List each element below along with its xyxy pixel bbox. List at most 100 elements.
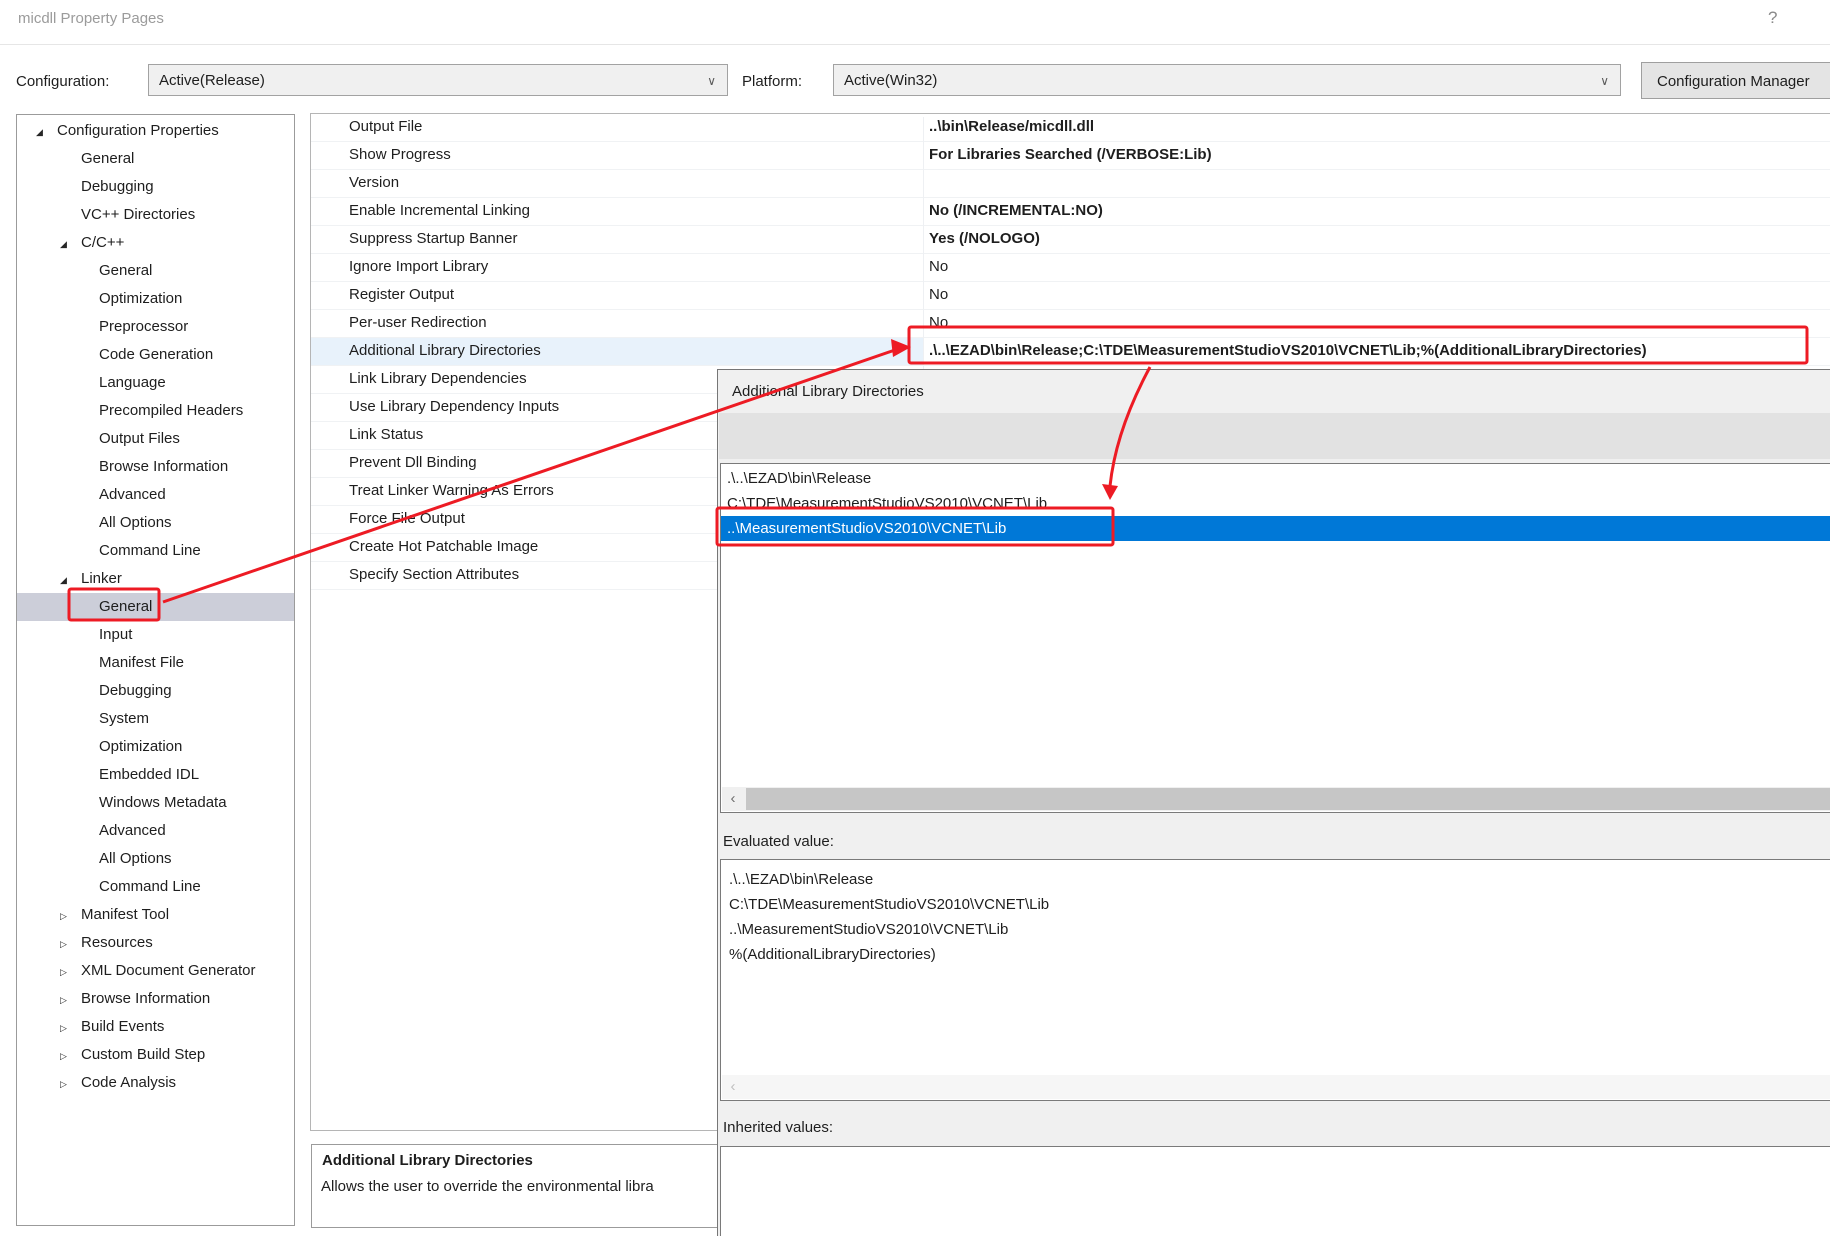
tree-item[interactable]: ▷XML Document Generator — [17, 957, 294, 985]
property-value[interactable]: No — [929, 254, 948, 280]
tree-item[interactable]: VC++ Directories — [17, 201, 294, 229]
property-row[interactable]: Additional Library Directories .\..\EZAD… — [311, 338, 1830, 366]
property-row[interactable]: Ignore Import Library No — [311, 254, 1830, 282]
property-row[interactable]: Per-user Redirection No — [311, 310, 1830, 338]
property-value[interactable]: No — [929, 310, 948, 336]
tree-expander-icon[interactable]: ◢ — [57, 566, 81, 594]
tree-item[interactable]: Input — [17, 621, 294, 649]
property-row[interactable]: Enable Incremental Linking No (/INCREMEN… — [311, 198, 1830, 226]
tree-item-label: General — [99, 262, 152, 279]
tree-item[interactable]: System — [17, 705, 294, 733]
property-row[interactable]: Suppress Startup Banner Yes (/NOLOGO) — [311, 226, 1830, 254]
property-value[interactable]: For Libraries Searched (/VERBOSE:Lib) — [929, 142, 1212, 168]
help-icon[interactable]: ? — [1768, 8, 1777, 28]
description-title: Additional Library Directories — [322, 1152, 533, 1169]
tree-item[interactable]: ◢Linker — [17, 565, 294, 593]
list-horizontal-scrollbar[interactable]: ‹ — [722, 787, 1830, 811]
property-row[interactable]: Show Progress For Libraries Searched (/V… — [311, 142, 1830, 170]
directory-list-item[interactable]: ..\MeasurementStudioVS2010\VCNET\Lib — [721, 516, 1830, 541]
tree-item[interactable]: ▷Browse Information — [17, 985, 294, 1013]
tree-item-label: Optimization — [99, 290, 182, 307]
tree-item[interactable]: Advanced — [17, 481, 294, 509]
tree-item[interactable]: Code Generation — [17, 341, 294, 369]
tree-item[interactable]: Embedded IDL — [17, 761, 294, 789]
configuration-manager-button[interactable]: Configuration Manager — [1641, 62, 1830, 99]
property-name: Suppress Startup Banner — [349, 226, 517, 252]
tree-item-label: Code Generation — [99, 346, 213, 363]
inherited-values-box[interactable] — [720, 1146, 1830, 1236]
tree-item[interactable]: General — [17, 257, 294, 285]
tree-item[interactable]: Output Files — [17, 425, 294, 453]
scroll-left-icon[interactable]: ‹ — [722, 787, 744, 811]
tree-item[interactable]: ▷Resources — [17, 929, 294, 957]
directory-list-item[interactable]: .\..\EZAD\bin\Release — [721, 466, 1830, 491]
tree-item-label: Linker — [81, 570, 122, 587]
dialog-title: Additional Library Directories — [732, 383, 924, 400]
tree-item[interactable]: Advanced — [17, 817, 294, 845]
scroll-left-icon[interactable]: ‹ — [722, 1075, 744, 1099]
tree-item[interactable]: Language — [17, 369, 294, 397]
tree-item[interactable]: Windows Metadata — [17, 789, 294, 817]
property-value[interactable]: ..\bin\Release/micdll.dll — [929, 114, 1094, 140]
tree-item[interactable]: All Options — [17, 845, 294, 873]
property-row[interactable]: Version — [311, 170, 1830, 198]
tree-item[interactable]: ◢C/C++ — [17, 229, 294, 257]
tree-expander-icon[interactable]: ▷ — [57, 1042, 81, 1070]
platform-dropdown[interactable]: Active(Win32) ∨ — [833, 64, 1621, 96]
tree-item-label: Output Files — [99, 430, 180, 447]
configuration-dropdown[interactable]: Active(Release) ∨ — [148, 64, 728, 96]
property-value[interactable]: No — [929, 282, 948, 308]
tree-item[interactable]: Browse Information — [17, 453, 294, 481]
evaluated-line: .\..\EZAD\bin\Release — [721, 867, 1830, 892]
tree-item[interactable]: Manifest File — [17, 649, 294, 677]
tree-item[interactable]: All Options — [17, 509, 294, 537]
tree-expander-icon[interactable]: ◢ — [57, 230, 81, 258]
dialog-toolbar-band — [719, 413, 1830, 459]
property-value[interactable]: Yes (/NOLOGO) — [929, 226, 1040, 252]
property-row[interactable]: Output File ..\bin\Release/micdll.dll — [311, 114, 1830, 142]
tree-item[interactable]: Preprocessor — [17, 313, 294, 341]
tree-item[interactable]: Optimization — [17, 285, 294, 313]
evaluated-line: C:\TDE\MeasurementStudioVS2010\VCNET\Lib — [721, 892, 1830, 917]
evaluated-line: %(AdditionalLibraryDirectories) — [721, 942, 1830, 967]
tree-item[interactable]: Debugging — [17, 677, 294, 705]
tree-item[interactable]: Command Line — [17, 537, 294, 565]
chevron-down-icon: ∨ — [1600, 65, 1609, 97]
tree-item[interactable]: Command Line — [17, 873, 294, 901]
property-name: Create Hot Patchable Image — [349, 534, 538, 560]
tree-item[interactable]: ▷Code Analysis — [17, 1069, 294, 1097]
tree-expander-icon[interactable]: ▷ — [57, 902, 81, 930]
tree-expander-icon[interactable]: ▷ — [57, 930, 81, 958]
configuration-dropdown-value: Active(Release) — [159, 72, 265, 89]
configuration-tree: ◢Configuration Properties General Debugg… — [16, 114, 295, 1226]
tree-item-label: Command Line — [99, 542, 201, 559]
tree-expander-icon[interactable]: ▷ — [57, 1070, 81, 1098]
tree-expander-icon[interactable]: ◢ — [33, 118, 57, 146]
tree-expander-icon[interactable]: ▷ — [57, 958, 81, 986]
tree-expander-icon[interactable]: ▷ — [57, 1014, 81, 1042]
description-text: Allows the user to override the environm… — [321, 1178, 654, 1195]
tree-item[interactable]: ▷Build Events — [17, 1013, 294, 1041]
tree-item[interactable]: ◢Configuration Properties — [17, 117, 294, 145]
tree-item[interactable]: General — [17, 593, 294, 621]
tree-item[interactable]: ▷Manifest Tool — [17, 901, 294, 929]
tree-item[interactable]: Precompiled Headers — [17, 397, 294, 425]
property-name: Prevent Dll Binding — [349, 450, 477, 476]
scrollbar-thumb[interactable] — [746, 788, 1830, 810]
tree-item-label: C/C++ — [81, 234, 124, 251]
tree-item[interactable]: Optimization — [17, 733, 294, 761]
tree-item-label: Resources — [81, 934, 153, 951]
evaluated-horizontal-scrollbar[interactable]: ‹ — [722, 1075, 1830, 1099]
tree-item[interactable]: Debugging — [17, 173, 294, 201]
tree-item[interactable]: ▷Custom Build Step — [17, 1041, 294, 1069]
configuration-label: Configuration: — [16, 73, 109, 90]
property-name: Specify Section Attributes — [349, 562, 519, 588]
directory-list-item[interactable]: C:\TDE\MeasurementStudioVS2010\VCNET\Lib — [721, 491, 1830, 516]
property-value[interactable]: No (/INCREMENTAL:NO) — [929, 198, 1103, 224]
tree-expander-icon[interactable]: ▷ — [57, 986, 81, 1014]
tree-item[interactable]: General — [17, 145, 294, 173]
property-row[interactable]: Register Output No — [311, 282, 1830, 310]
tree-item-label: Browse Information — [81, 990, 210, 1007]
property-name: Register Output — [349, 282, 454, 308]
property-value[interactable]: .\..\EZAD\bin\Release;C:\TDE\Measurement… — [929, 338, 1647, 364]
